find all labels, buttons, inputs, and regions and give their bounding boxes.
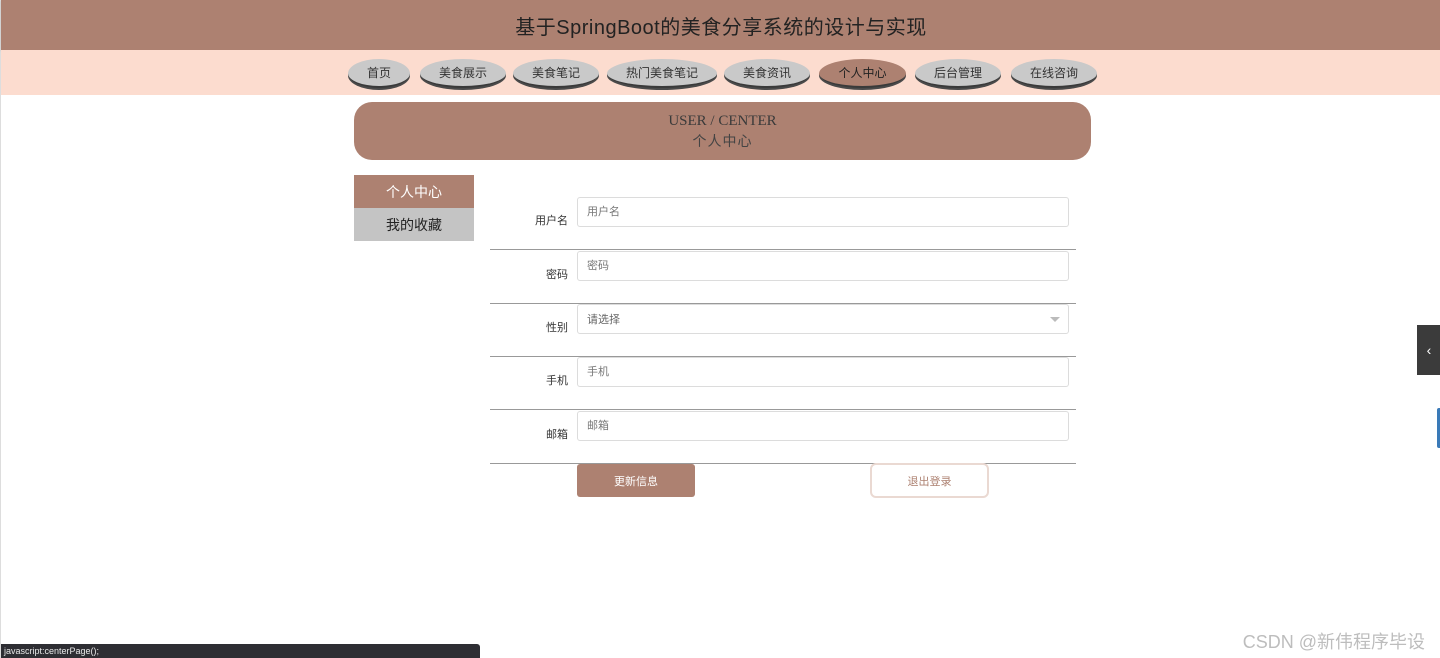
password-label: 密码 (546, 269, 568, 281)
nav-item-food-notes[interactable]: 美食笔记 (513, 59, 599, 88)
email-label: 邮箱 (546, 429, 568, 441)
nav-item-hot-food-notes[interactable]: 热门美食笔记 (607, 59, 717, 88)
form-row-email: 邮箱 (490, 411, 1076, 464)
password-input[interactable] (577, 251, 1069, 281)
sidebar: 个人中心 我的收藏 (354, 175, 474, 241)
email-input[interactable] (577, 411, 1069, 441)
nav-item-user-center[interactable]: 个人中心 (819, 59, 906, 88)
browser-status-bar: javascript:centerPage(); (1, 644, 480, 658)
site-title: 基于SpringBoot的美食分享系统的设计与实现 (515, 16, 927, 39)
chevron-left-icon: ‹ (1426, 342, 1432, 358)
site-header: 基于SpringBoot的美食分享系统的设计与实现 (1, 0, 1440, 50)
page-banner: USER / CENTER 个人中心 (354, 102, 1091, 160)
username-label: 用户名 (535, 215, 568, 227)
side-drawer-toggle[interactable]: ‹ (1417, 325, 1440, 375)
main-nav: 首页 美食展示 美食笔记 热门美食笔记 美食资讯 个人中心 后台管理 在线咨询 (1, 50, 1440, 95)
nav-item-food-news[interactable]: 美食资讯 (724, 59, 810, 88)
watermark: CSDN @新伟程序毕设 (1242, 632, 1425, 652)
nav-item-home[interactable]: 首页 (348, 59, 410, 88)
form-row-phone: 手机 (490, 357, 1076, 410)
phone-label: 手机 (546, 375, 568, 387)
form-row-gender: 性别 请选择 (490, 304, 1076, 357)
update-info-button[interactable]: 更新信息 (577, 464, 695, 497)
phone-input[interactable] (577, 357, 1069, 387)
caret-down-icon (1050, 317, 1060, 322)
logout-button[interactable]: 退出登录 (870, 463, 989, 498)
sidebar-item-user-center[interactable]: 个人中心 (354, 175, 474, 208)
nav-item-admin[interactable]: 后台管理 (915, 59, 1001, 88)
gender-select[interactable]: 请选择 (577, 304, 1069, 334)
form-row-username: 用户名 (490, 197, 1076, 250)
form-row-password: 密码 (490, 251, 1076, 304)
banner-title-cn: 个人中心 (692, 135, 753, 150)
nav-item-food-showcase[interactable]: 美食展示 (420, 59, 506, 88)
nav-item-online-consult[interactable]: 在线咨询 (1011, 59, 1097, 88)
banner-title-en: USER / CENTER (668, 113, 777, 129)
gender-select-placeholder: 请选择 (587, 314, 620, 326)
sidebar-item-favorites[interactable]: 我的收藏 (354, 208, 474, 241)
username-input[interactable] (577, 197, 1069, 227)
gender-label: 性别 (546, 322, 568, 334)
